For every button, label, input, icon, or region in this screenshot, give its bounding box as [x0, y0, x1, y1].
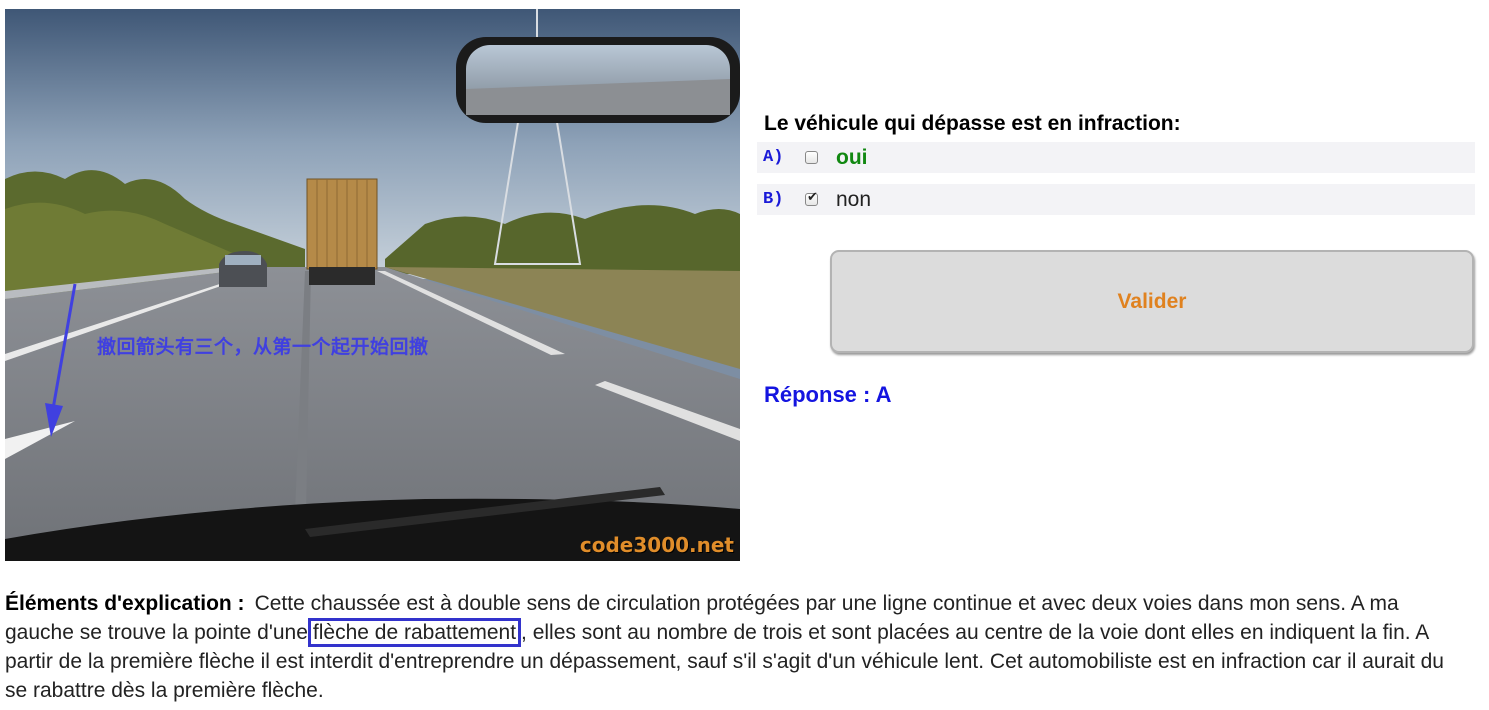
correct-answer-text: Réponse : A — [764, 382, 892, 407]
answer-option-a[interactable]: A) oui — [757, 142, 1475, 173]
answer-letter: A) — [763, 148, 784, 167]
road-scene-illustration — [5, 9, 740, 561]
watermark: code3000.net — [579, 533, 734, 557]
answer-option-b[interactable]: B) ✔ non — [757, 184, 1475, 215]
question-photo: 撤回箭头有三个，从第一个起开始回撤 code3000.net — [5, 9, 740, 561]
answer-label: non — [836, 187, 872, 211]
explanation-label: Éléments d'explication : — [5, 592, 245, 615]
highlighted-term: flèche de rabattement — [307, 618, 522, 647]
validate-button[interactable]: Valider — [830, 250, 1474, 353]
answer-b-checkbox[interactable]: ✔ — [805, 190, 818, 206]
answer-a-checkbox[interactable] — [805, 151, 818, 164]
explanation-paragraph: Éléments d'explication : Cette chaussée e… — [5, 589, 1467, 705]
answer-letter: B) — [763, 190, 784, 209]
answer-label: oui — [836, 145, 868, 169]
checkmark-icon: ✔ — [807, 190, 818, 205]
annotation-text: 撤回箭头有三个，从第一个起开始回撤 — [97, 336, 429, 358]
question-title: Le véhicule qui dépasse est en infractio… — [764, 112, 1181, 135]
